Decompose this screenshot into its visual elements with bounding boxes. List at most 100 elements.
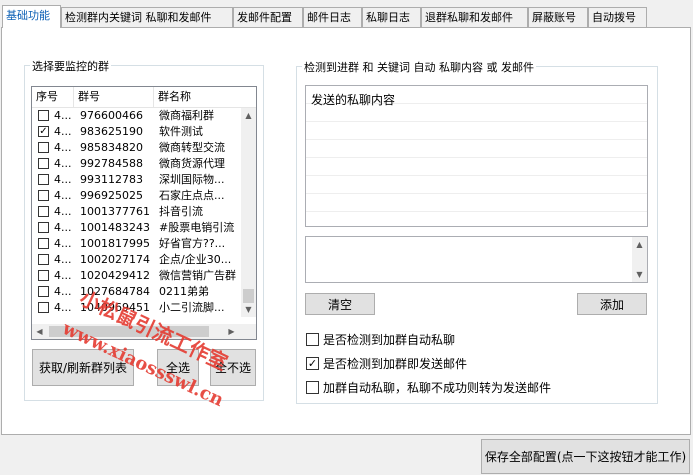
scroll-right-icon[interactable]: ▶ bbox=[224, 324, 239, 339]
table-row[interactable]: 4... 996925025 石家庄点点... bbox=[32, 188, 241, 204]
row-checkbox[interactable] bbox=[38, 206, 49, 217]
row-group-name: 微商货源代理 bbox=[159, 157, 225, 170]
group-list-rows: 4... 976600466 微商福利群 ✓ 4... 983625190 软件测试 4...… bbox=[32, 108, 241, 316]
row-index: 4... bbox=[54, 189, 72, 202]
tab-chat-log[interactable]: 私聊日志 bbox=[362, 7, 421, 27]
row-index: 4... bbox=[54, 253, 72, 266]
tab-label: 检测群内关键词 私聊和发邮件 bbox=[65, 11, 212, 24]
message-input-scrollbar[interactable]: ▲ ▼ bbox=[632, 237, 647, 282]
option-chat-fallback-mail[interactable]: 加群自动私聊，私聊不成功则转为发送邮件 bbox=[306, 380, 551, 396]
checkbox[interactable] bbox=[306, 333, 319, 346]
row-group-name: 小二引流脚... bbox=[159, 301, 225, 314]
column-group-name[interactable]: 群名称 bbox=[154, 87, 256, 107]
row-group-number: 1002027174 bbox=[80, 253, 150, 266]
scroll-down-icon[interactable]: ▼ bbox=[632, 267, 647, 282]
row-checkbox[interactable] bbox=[38, 254, 49, 265]
row-group-name: 抖音引流 bbox=[159, 205, 203, 218]
table-row[interactable]: 4... 1002027174 企点/企业30... bbox=[32, 252, 241, 268]
row-index: 4... bbox=[54, 157, 72, 170]
row-checkbox[interactable] bbox=[38, 190, 49, 201]
vertical-scroll-thumb[interactable] bbox=[243, 289, 254, 303]
row-group-number: 996925025 bbox=[80, 189, 143, 202]
row-group-name: #股票电销引流 bbox=[159, 221, 235, 234]
row-group-name: 好省官方??... bbox=[159, 237, 226, 250]
row-checkbox[interactable] bbox=[38, 110, 49, 121]
table-row[interactable]: 4... 993112783 深圳国际物... bbox=[32, 172, 241, 188]
tab-label: 屏蔽账号 bbox=[532, 11, 576, 24]
row-checkbox[interactable] bbox=[38, 174, 49, 185]
row-index: 4... bbox=[54, 109, 72, 122]
row-group-name: 微商福利群 bbox=[159, 109, 214, 122]
tab-keyword-detection[interactable]: 检测群内关键词 私聊和发邮件 bbox=[61, 7, 233, 27]
row-group-number: 1001483243 bbox=[80, 221, 150, 234]
table-row[interactable]: 4... 992784588 微商货源代理 bbox=[32, 156, 241, 172]
row-index: 4... bbox=[54, 269, 72, 282]
tab-label: 发邮件配置 bbox=[237, 11, 292, 24]
table-row[interactable]: 4... 1001817995 好省官方??... bbox=[32, 236, 241, 252]
tab-quit-group[interactable]: 退群私聊和发邮件 bbox=[421, 7, 528, 27]
table-row[interactable]: 4... 1040969451 小二引流脚... bbox=[32, 300, 241, 316]
option-auto-chat[interactable]: 是否检测到加群自动私聊 bbox=[306, 332, 455, 348]
row-group-number: 992784588 bbox=[80, 157, 143, 170]
row-group-name: 微商转型交流 bbox=[159, 141, 225, 154]
scroll-down-icon[interactable]: ▼ bbox=[241, 302, 256, 317]
select-all-button[interactable]: 全选 bbox=[157, 349, 199, 386]
clear-button[interactable]: 清空 bbox=[305, 293, 375, 315]
tab-auto-dial[interactable]: 自动拨号 bbox=[588, 7, 647, 27]
group-list[interactable]: 序号 群号 群名称 4... 976600466 微商福利群 ✓ 4... 9836251… bbox=[31, 86, 257, 340]
row-checkbox[interactable]: ✓ bbox=[38, 126, 49, 137]
message-input[interactable]: ▲ ▼ bbox=[305, 236, 648, 283]
row-checkbox[interactable] bbox=[38, 302, 49, 313]
tab-basic-functions[interactable]: 基础功能 bbox=[2, 5, 61, 28]
table-row[interactable]: 4... 976600466 微商福利群 bbox=[32, 108, 241, 124]
auto-reply-title: 检测到进群 和 关键词 自动 私聊内容 或 发邮件 bbox=[302, 59, 536, 75]
table-row[interactable]: 4... 1027684784 0211弟弟 bbox=[32, 284, 241, 300]
table-row[interactable]: 4... 985834820 微商转型交流 bbox=[32, 140, 241, 156]
row-index: 4... bbox=[54, 125, 72, 138]
row-checkbox[interactable] bbox=[38, 158, 49, 169]
table-row[interactable]: ✓ 4... 983625190 软件测试 bbox=[32, 124, 241, 140]
row-group-name: 石家庄点点... bbox=[159, 189, 225, 202]
tab-mail-log[interactable]: 邮件日志 bbox=[303, 7, 362, 27]
group-list-horizontal-scrollbar[interactable]: ◀ ▶ bbox=[32, 324, 256, 339]
select-none-button[interactable]: 全不选 bbox=[210, 349, 256, 386]
row-group-name: 深圳国际物... bbox=[159, 173, 225, 186]
column-index[interactable]: 序号 bbox=[32, 87, 74, 107]
tab-block-accounts[interactable]: 屏蔽账号 bbox=[528, 7, 588, 27]
row-index: 4... bbox=[54, 173, 72, 186]
checkbox[interactable]: ✓ bbox=[306, 357, 319, 370]
row-group-number: 1001377761 bbox=[80, 205, 150, 218]
save-all-config-button[interactable]: 保存全部配置(点一下这按钮才能工作) bbox=[481, 439, 690, 474]
option-send-mail[interactable]: ✓ 是否检测到加群即发送邮件 bbox=[306, 356, 467, 372]
row-index: 4... bbox=[54, 285, 72, 298]
group-list-vertical-scrollbar[interactable]: ▲ ▼ bbox=[241, 108, 256, 317]
checkbox[interactable] bbox=[306, 381, 319, 394]
row-checkbox[interactable] bbox=[38, 286, 49, 297]
row-group-name: 软件测试 bbox=[159, 125, 203, 138]
tab-mail-config[interactable]: 发邮件配置 bbox=[233, 7, 303, 27]
row-checkbox[interactable] bbox=[38, 238, 49, 249]
row-checkbox[interactable] bbox=[38, 142, 49, 153]
row-group-name: 企点/企业30... bbox=[159, 253, 232, 266]
table-row[interactable]: 4... 1001483243 #股票电销引流 bbox=[32, 220, 241, 236]
table-row[interactable]: 4... 1001377761 抖音引流 bbox=[32, 204, 241, 220]
option-label: 是否检测到加群自动私聊 bbox=[323, 333, 456, 347]
message-list-item[interactable]: 发送的私聊内容 bbox=[311, 91, 395, 108]
scroll-left-icon[interactable]: ◀ bbox=[32, 324, 47, 339]
table-row[interactable]: 4... 1020429412 微信营销广告群 bbox=[32, 268, 241, 284]
group-list-header: 序号 群号 群名称 bbox=[32, 87, 256, 108]
add-button[interactable]: 添加 bbox=[577, 293, 647, 315]
row-group-number: 993112783 bbox=[80, 173, 143, 186]
column-group-number[interactable]: 群号 bbox=[74, 87, 154, 107]
scroll-up-icon[interactable]: ▲ bbox=[632, 237, 647, 252]
refresh-group-list-button[interactable]: 获取/刷新群列表 bbox=[32, 349, 134, 386]
row-group-number: 1020429412 bbox=[80, 269, 150, 282]
row-index: 4... bbox=[54, 141, 72, 154]
row-group-number: 985834820 bbox=[80, 141, 143, 154]
row-checkbox[interactable] bbox=[38, 222, 49, 233]
row-checkbox[interactable] bbox=[38, 270, 49, 281]
row-group-number: 983625190 bbox=[80, 125, 143, 138]
message-list[interactable]: 发送的私聊内容 bbox=[305, 85, 648, 227]
horizontal-scroll-thumb[interactable] bbox=[49, 326, 209, 337]
scroll-up-icon[interactable]: ▲ bbox=[241, 108, 256, 123]
